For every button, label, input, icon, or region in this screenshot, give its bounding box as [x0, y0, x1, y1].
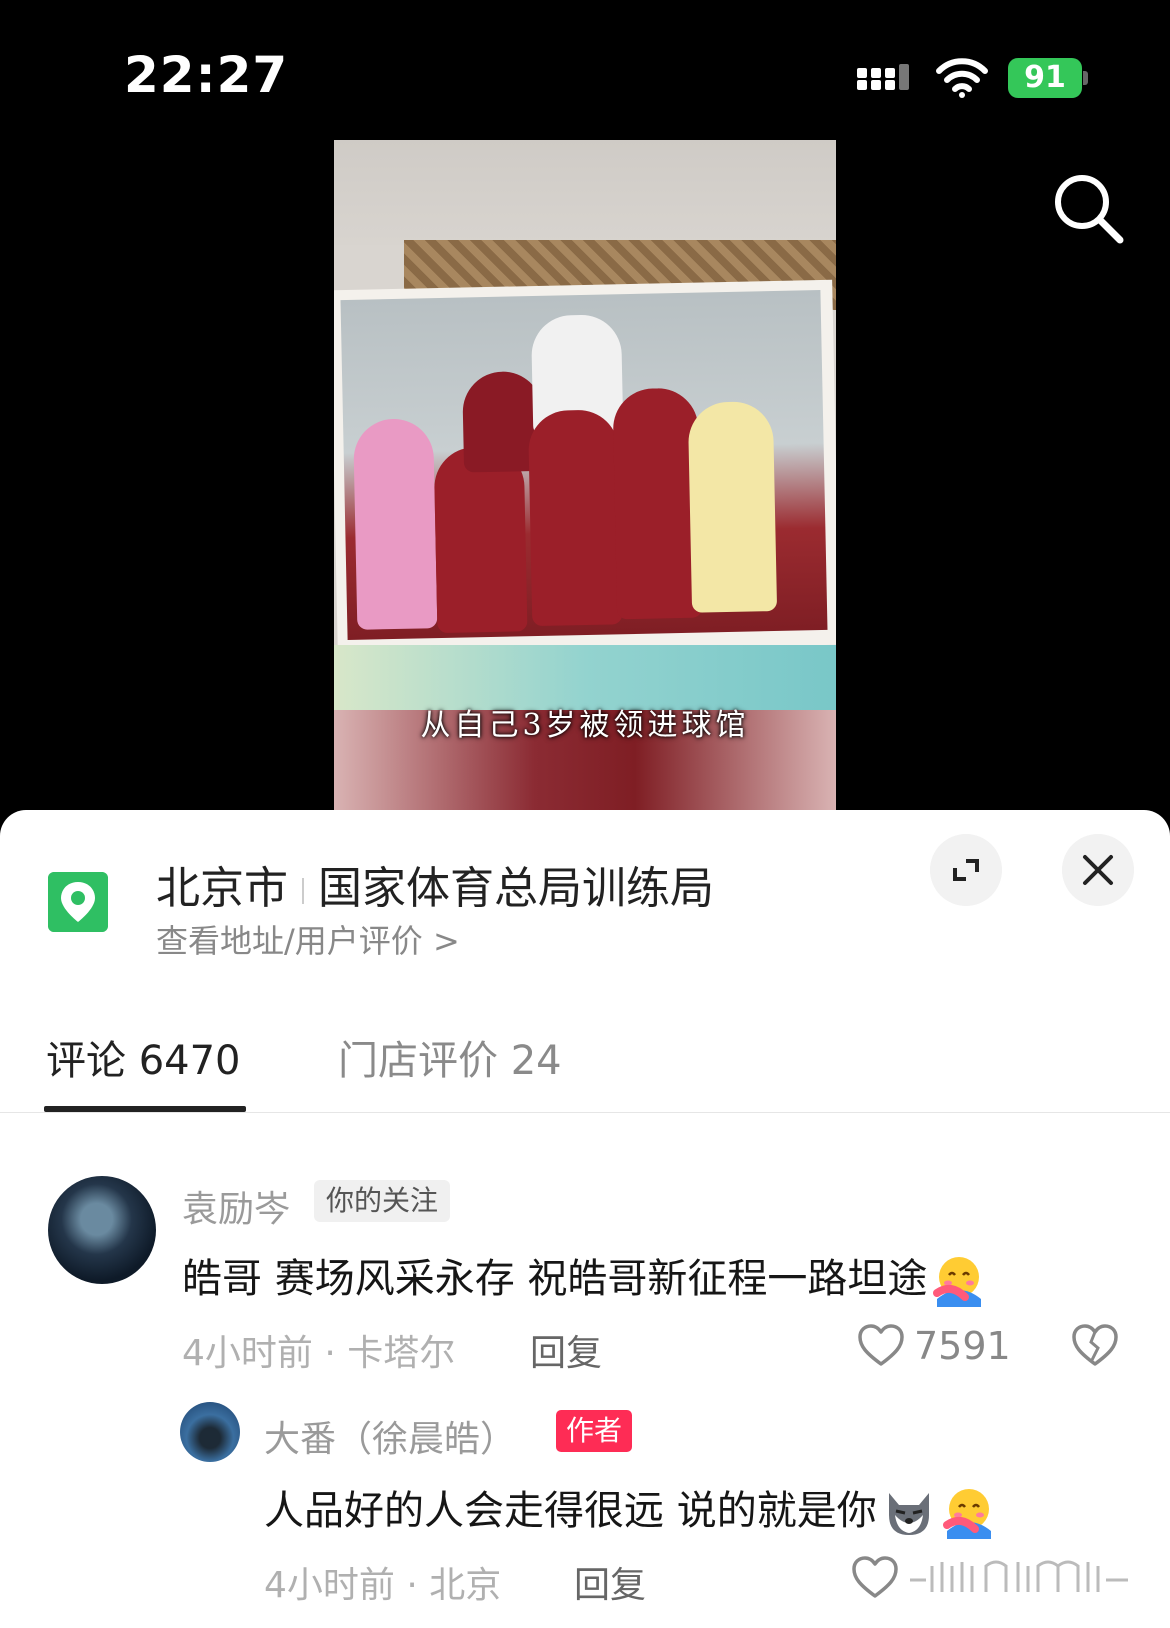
tab-store-reviews[interactable]: 门店评价 24 — [338, 1028, 562, 1086]
comment-text-content: 人品好的人会走得很远 说的就是你 — [264, 1488, 877, 1534]
avatar[interactable] — [180, 1402, 240, 1462]
wifi-icon — [936, 58, 988, 98]
title-divider — [302, 878, 304, 904]
comment-text-content: 皓哥 赛场风采永存 祝皓哥新征程一路坦途 — [182, 1256, 928, 1302]
view-address-link[interactable]: 查看地址/用户评价 > — [156, 916, 460, 962]
comment-username[interactable]: 大番（徐晨皓） — [264, 1410, 516, 1462]
location-place: 国家体育总局训练局 — [318, 863, 714, 914]
author-badge: 作者 — [556, 1410, 633, 1452]
broken-heart-icon[interactable] — [1070, 1322, 1120, 1368]
location-title[interactable]: 北京市 国家体育总局训练局 — [156, 852, 714, 916]
avatar[interactable] — [48, 1176, 156, 1284]
video-player[interactable]: 从自己3岁被领进球馆 — [334, 140, 836, 810]
following-badge: 你的关注 — [314, 1180, 451, 1222]
heart-icon[interactable] — [856, 1322, 906, 1368]
wolf-emoji-icon — [888, 1493, 929, 1535]
tab-comments[interactable]: 评论 6470 — [46, 1028, 241, 1086]
signal-icon — [857, 64, 909, 90]
comment-text: 皓哥 赛场风采永存 祝皓哥新征程一路坦途 — [182, 1246, 987, 1309]
comment-text: 人品好的人会走得很远 说的就是你 — [264, 1478, 997, 1541]
status-time: 22:27 — [124, 46, 289, 104]
expand-icon[interactable] — [930, 834, 1002, 906]
watermark-logo — [910, 1560, 1128, 1592]
tab-divider — [0, 1112, 1170, 1113]
like-count: 7591 — [914, 1324, 1011, 1368]
video-caption: 从自己3岁被领进球馆 — [420, 708, 750, 743]
comment-meta: 4小时前 · 北京 — [264, 1565, 502, 1606]
comment-username[interactable]: 袁励岑 — [182, 1180, 290, 1232]
search-icon[interactable] — [1050, 170, 1126, 246]
hug-emoji-icon — [933, 1257, 982, 1307]
battery-icon: 91 — [1008, 58, 1088, 98]
reply-button[interactable]: 回复 — [574, 1556, 646, 1608]
close-icon[interactable] — [1062, 834, 1134, 906]
comment-meta: 4小时前 · 卡塔尔 — [182, 1333, 456, 1374]
heart-icon[interactable] — [850, 1554, 900, 1600]
hug-emoji-icon — [942, 1489, 991, 1539]
location-pin-icon — [48, 872, 108, 932]
battery-level: 91 — [1008, 58, 1082, 98]
video-photo — [340, 290, 828, 640]
reply-button[interactable]: 回复 — [530, 1324, 602, 1376]
location-city: 北京市 — [156, 863, 288, 914]
